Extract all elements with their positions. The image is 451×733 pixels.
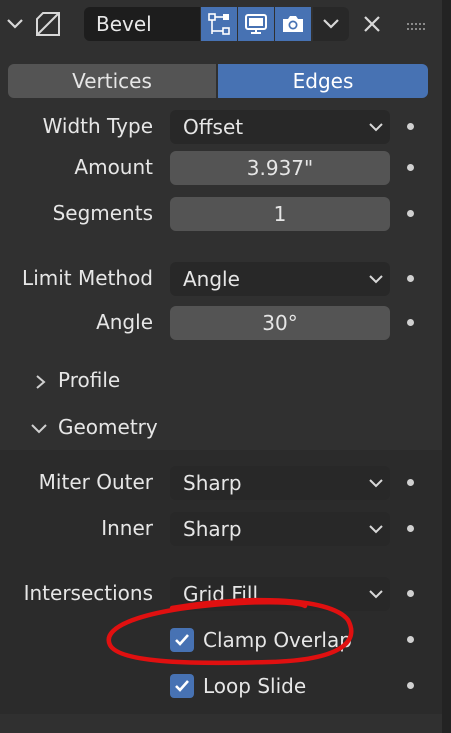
modifier-name-field[interactable]: Bevel [84, 7, 200, 41]
edit-mode-toggle[interactable] [201, 7, 237, 41]
limit-method-label: Limit Method [22, 266, 153, 290]
chevron-down-icon [369, 479, 383, 488]
close-icon[interactable] [360, 12, 384, 36]
profile-label: Profile [58, 368, 121, 392]
amount-label: Amount [74, 155, 153, 179]
miter-outer-value: Sharp [183, 471, 242, 495]
modifier-menu-button[interactable] [313, 7, 349, 41]
intersections-value: Grid Fill [183, 582, 259, 606]
clamp-overlap-label[interactable]: Clamp Overlap [203, 628, 352, 652]
animate-property-dot[interactable] [407, 525, 414, 532]
miter-inner-dropdown[interactable]: Sharp [170, 512, 390, 546]
affect-edges-tab[interactable]: Edges [218, 64, 428, 98]
chevron-down-icon [369, 590, 383, 599]
width-type-label: Width Type [42, 114, 153, 138]
limit-method-value: Angle [183, 267, 240, 291]
panel-edge [442, 0, 451, 733]
dropdown-chevron-icon [323, 19, 339, 29]
checkmark-icon [175, 680, 189, 692]
chevron-right-icon [36, 374, 46, 389]
realtime-viewport-toggle[interactable] [238, 7, 274, 41]
geometry-label: Geometry [58, 415, 158, 439]
edit-mode-icon [208, 13, 230, 35]
render-toggle[interactable] [275, 7, 311, 41]
animate-property-dot[interactable] [407, 636, 414, 643]
amount-field[interactable]: 3.937" [170, 151, 390, 185]
miter-inner-label: Inner [101, 516, 153, 540]
animate-property-dot[interactable] [407, 275, 414, 282]
render-camera-icon [283, 16, 303, 32]
angle-field[interactable]: 30° [170, 306, 390, 340]
animate-property-dot[interactable] [407, 590, 414, 597]
chevron-down-icon [369, 525, 383, 534]
geometry-subpanel-header[interactable]: Geometry [30, 415, 158, 439]
miter-outer-label: Miter Outer [38, 470, 153, 494]
animate-property-dot[interactable] [407, 479, 414, 486]
loop-slide-label[interactable]: Loop Slide [203, 674, 306, 698]
chevron-down-icon [369, 123, 383, 132]
clamp-overlap-checkbox[interactable] [170, 628, 194, 652]
loop-slide-checkbox[interactable] [170, 674, 194, 698]
animate-property-dot[interactable] [407, 123, 414, 130]
chevron-down-icon [31, 423, 47, 433]
realtime-viewport-icon [245, 14, 267, 34]
drag-grip-icon[interactable] [406, 18, 428, 30]
angle-label: Angle [96, 310, 153, 334]
segments-field[interactable]: 1 [170, 197, 390, 231]
width-type-value: Offset [183, 115, 244, 139]
bevel-modifier-icon [34, 10, 62, 38]
miter-inner-value: Sharp [183, 517, 242, 541]
animate-property-dot[interactable] [407, 319, 414, 326]
profile-subpanel-header[interactable]: Profile [34, 368, 120, 392]
chevron-down-icon [369, 275, 383, 284]
animate-property-dot[interactable] [407, 210, 414, 217]
intersections-dropdown[interactable]: Grid Fill [170, 577, 390, 611]
checkmark-icon [175, 634, 189, 646]
animate-property-dot[interactable] [407, 164, 414, 171]
collapse-chevron-icon[interactable] [4, 12, 26, 34]
animate-property-dot[interactable] [407, 682, 414, 689]
width-type-dropdown[interactable]: Offset [170, 110, 390, 144]
affect-vertices-tab[interactable]: Vertices [8, 64, 216, 98]
miter-outer-dropdown[interactable]: Sharp [170, 466, 390, 500]
limit-method-dropdown[interactable]: Angle [170, 262, 390, 296]
segments-label: Segments [52, 201, 153, 225]
intersections-label: Intersections [23, 581, 153, 605]
